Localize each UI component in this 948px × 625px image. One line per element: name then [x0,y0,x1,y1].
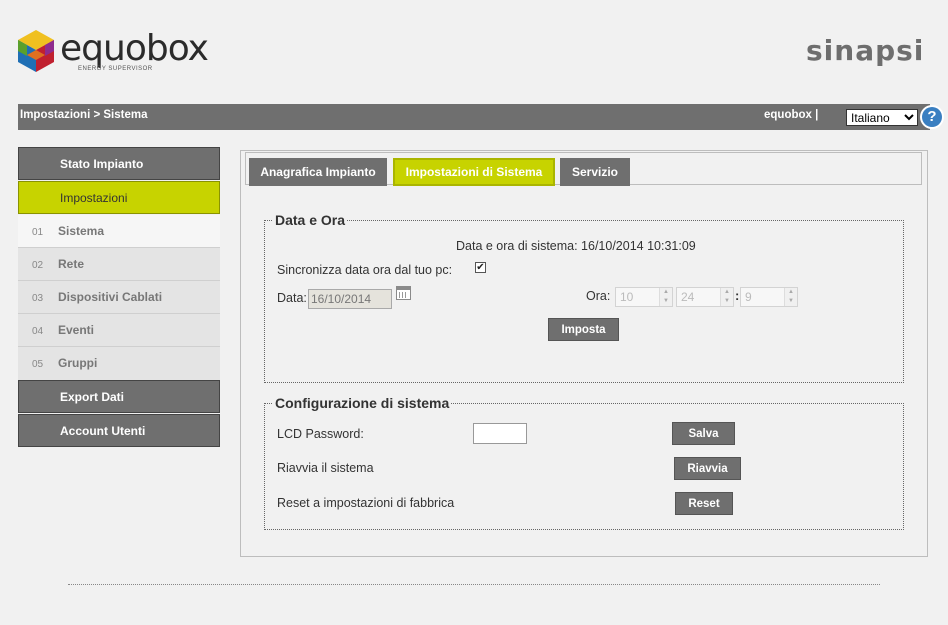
subitem-label: Sistema [58,224,105,238]
system-time-text: Data e ora di sistema: 16/10/2014 10:31:… [456,239,696,253]
footer-divider [68,584,880,585]
reboot-button[interactable]: Riavvia [674,457,741,480]
spin-down-icon[interactable]: ▼ [785,297,797,306]
tab-impostazioni-di-sistema[interactable]: Impostazioni di Sistema [393,158,555,186]
equobox-logo: equobox ENERGY SUPERVISOR [16,28,209,74]
sidebar-subitem-eventi[interactable]: 04 Eventi [18,314,220,347]
sinapsi-logo: sinapsi [806,34,924,67]
subitem-label: Rete [58,257,85,271]
date-label: Data: [277,291,307,305]
calendar-icon[interactable] [396,286,411,300]
equobox-wordmark: equobox [60,28,209,69]
lcd-password-input[interactable] [473,423,527,444]
top-bar: Impostazioni > Sistema equobox | Italian… [18,104,944,130]
hour-value: 10 [620,290,634,304]
sidebar-item-impostazioni[interactable]: Impostazioni [18,181,220,214]
sinapsi-wordmark: sinapsi [806,34,925,67]
spin-up-icon[interactable]: ▲ [785,288,797,297]
subitem-number: 03 [32,293,44,304]
language-select[interactable]: Italiano [846,109,918,126]
save-button[interactable]: Salva [672,422,735,445]
sidebar-item-stato-impianto[interactable]: Stato Impianto [18,147,220,180]
tab-anagrafica-impianto[interactable]: Anagrafica Impianto [249,158,387,186]
tab-servizio[interactable]: Servizio [560,158,630,186]
minute-spinner[interactable]: 24 ▲ ▼ [676,287,734,307]
sync-checkbox[interactable]: ✔ [475,262,486,273]
sidebar-subitem-dispositivi-cablati[interactable]: 03 Dispositivi Cablati [18,281,220,314]
second-value: 9 [745,290,752,304]
spin-down-icon[interactable]: ▼ [660,297,672,306]
set-time-button[interactable]: Imposta [548,318,619,341]
spinner-arrows[interactable]: ▲ ▼ [659,288,672,306]
factory-reset-button[interactable]: Reset [675,492,733,515]
sidebar: Stato Impianto Impostazioni 01 Sistema 02… [18,147,220,448]
subitem-label: Gruppi [58,356,98,370]
sidebar-item-export-dati[interactable]: Export Dati [18,380,220,413]
second-spinner[interactable]: 9 ▲ ▼ [740,287,798,307]
spinner-arrows[interactable]: ▲ ▼ [720,288,733,306]
spin-up-icon[interactable]: ▲ [660,288,672,297]
breadcrumb: Impostazioni > Sistema [20,109,148,121]
date-input[interactable]: 16/10/2014 [308,289,392,309]
config-legend: Configurazione di sistema [275,395,450,411]
subitem-number: 04 [32,326,44,337]
subitem-label: Eventi [58,323,95,337]
cube-logo-icon [18,30,54,72]
user-label: equobox | [764,109,819,121]
sync-label: Sincronizza data ora dal tuo pc: [277,263,453,277]
lcd-password-label: LCD Password: [277,427,364,441]
time-label: Ora: [586,289,611,303]
subitem-label: Dispositivi Cablati [58,290,163,304]
sidebar-subitem-sistema[interactable]: 01 Sistema [18,215,220,248]
sidebar-item-account-utenti[interactable]: Account Utenti [18,414,220,447]
spin-up-icon[interactable]: ▲ [721,288,733,297]
sidebar-subitem-rete[interactable]: 02 Rete [18,248,220,281]
minute-value: 24 [681,290,695,304]
tab-bar: Anagrafica Impianto Impostazioni di Sist… [245,152,922,186]
spinner-arrows[interactable]: ▲ ▼ [784,288,797,306]
content-panel: Anagrafica Impianto Impostazioni di Sist… [240,150,928,557]
datetime-legend: Data e Ora [275,212,346,228]
spin-down-icon[interactable]: ▼ [721,297,733,306]
help-button[interactable]: ? [920,105,944,129]
hour-spinner[interactable]: 10 ▲ ▼ [615,287,673,307]
equobox-tagline: ENERGY SUPERVISOR [78,66,153,72]
time-separator: : [735,288,740,303]
subitem-number: 01 [32,227,44,238]
help-icon: ? [922,107,942,127]
sidebar-subitem-gruppi[interactable]: 05 Gruppi [18,347,220,380]
factory-reset-label: Reset a impostazioni di fabbrica [277,496,455,510]
subitem-number: 02 [32,260,44,271]
subitem-number: 05 [32,359,44,370]
reboot-label: Riavvia il sistema [277,461,374,475]
